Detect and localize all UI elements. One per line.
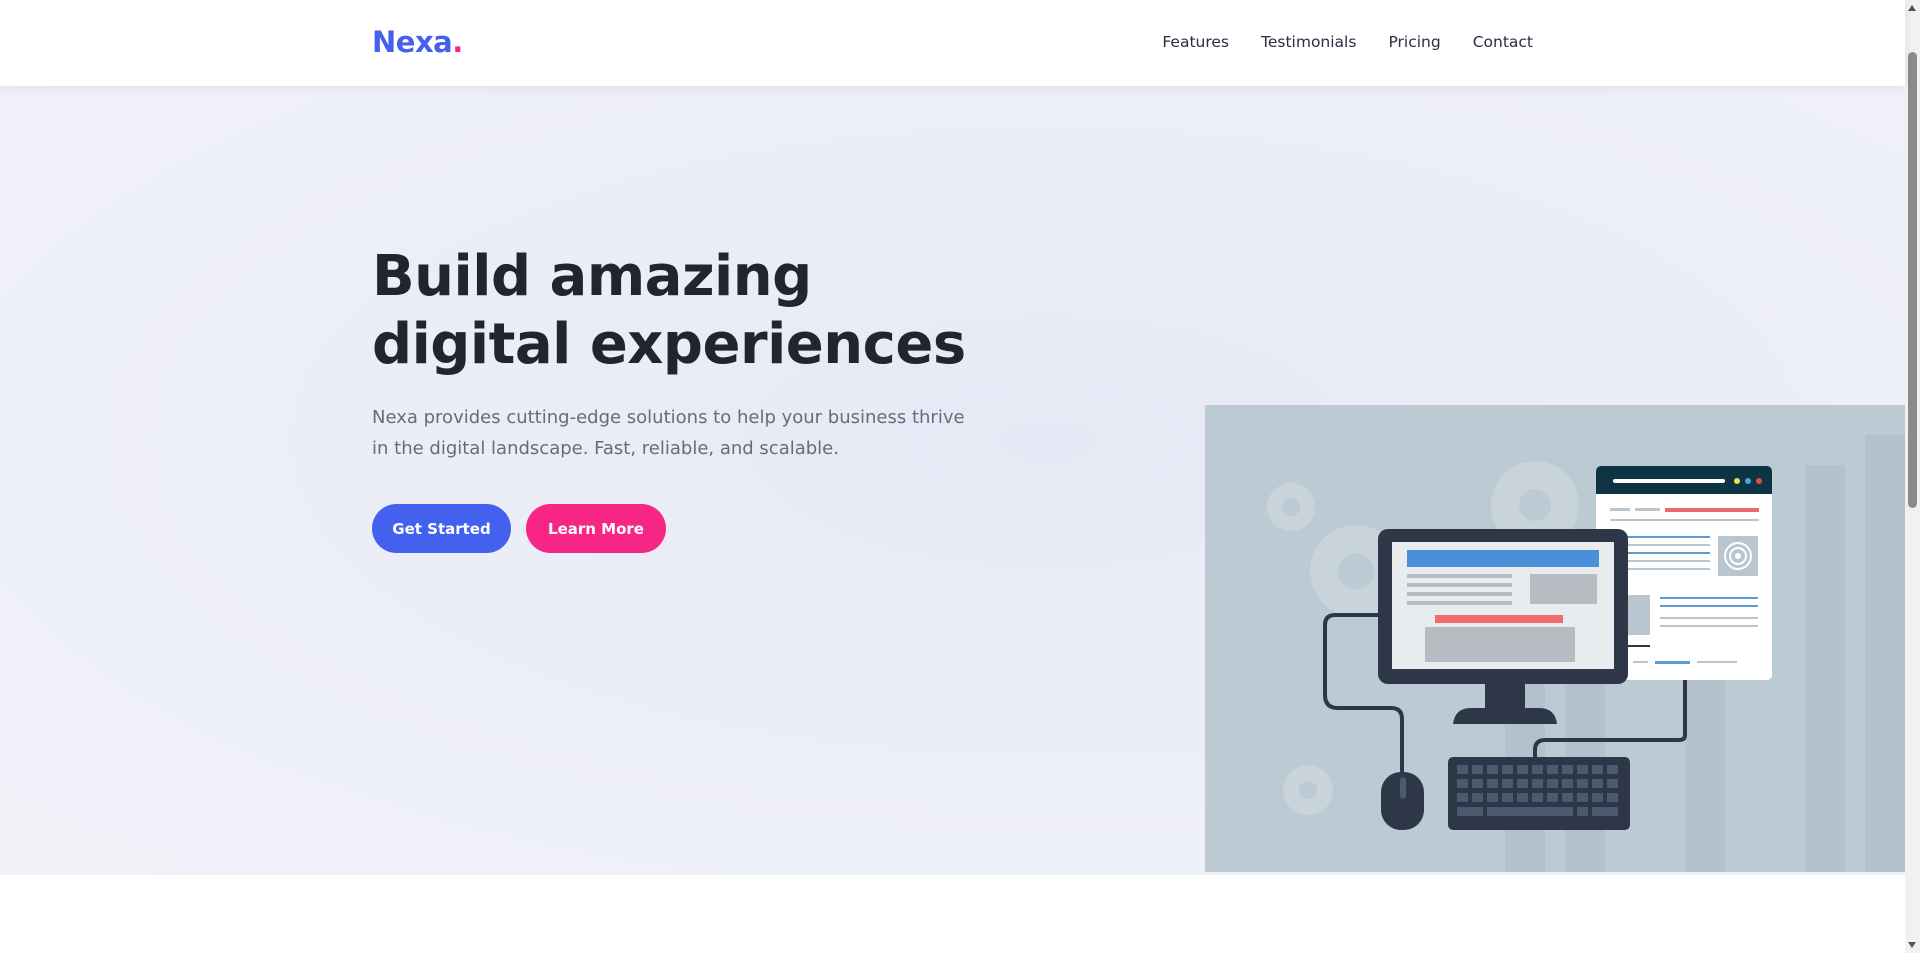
nav-link-contact[interactable]: Contact — [1473, 33, 1533, 51]
scroll-thumb[interactable] — [1908, 52, 1917, 508]
scroll-down-arrow-icon[interactable] — [1908, 942, 1916, 948]
hero-section: Build amazing digital experiences Nexa p… — [0, 86, 1905, 875]
nav-link-features[interactable]: Features — [1162, 33, 1229, 51]
hero-title: Build amazing digital experiences — [372, 244, 966, 377]
navbar: Nexa. Features Testimonials Pricing Cont… — [0, 0, 1905, 86]
learn-more-button[interactable]: Learn More — [526, 504, 666, 553]
logo-dot: . — [452, 25, 463, 59]
logo[interactable]: Nexa. — [372, 25, 463, 59]
hero-subtitle: Nexa provides cutting-edge solutions to … — [372, 407, 965, 459]
scrollbar[interactable] — [1905, 0, 1920, 953]
keyboard — [1448, 757, 1630, 830]
mouse — [1381, 772, 1424, 830]
get-started-button[interactable]: Get Started — [372, 504, 511, 553]
nav-links: Features Testimonials Pricing Contact — [1130, 33, 1533, 51]
computer-illustration-svg — [1267, 435, 1905, 872]
desktop-computer-illustration — [1205, 405, 1905, 872]
nav-link-testimonials[interactable]: Testimonials — [1261, 33, 1356, 51]
logo-text: Nexa — [372, 25, 453, 59]
nav-link-pricing[interactable]: Pricing — [1388, 33, 1440, 51]
scroll-up-arrow-icon[interactable] — [1908, 5, 1916, 11]
